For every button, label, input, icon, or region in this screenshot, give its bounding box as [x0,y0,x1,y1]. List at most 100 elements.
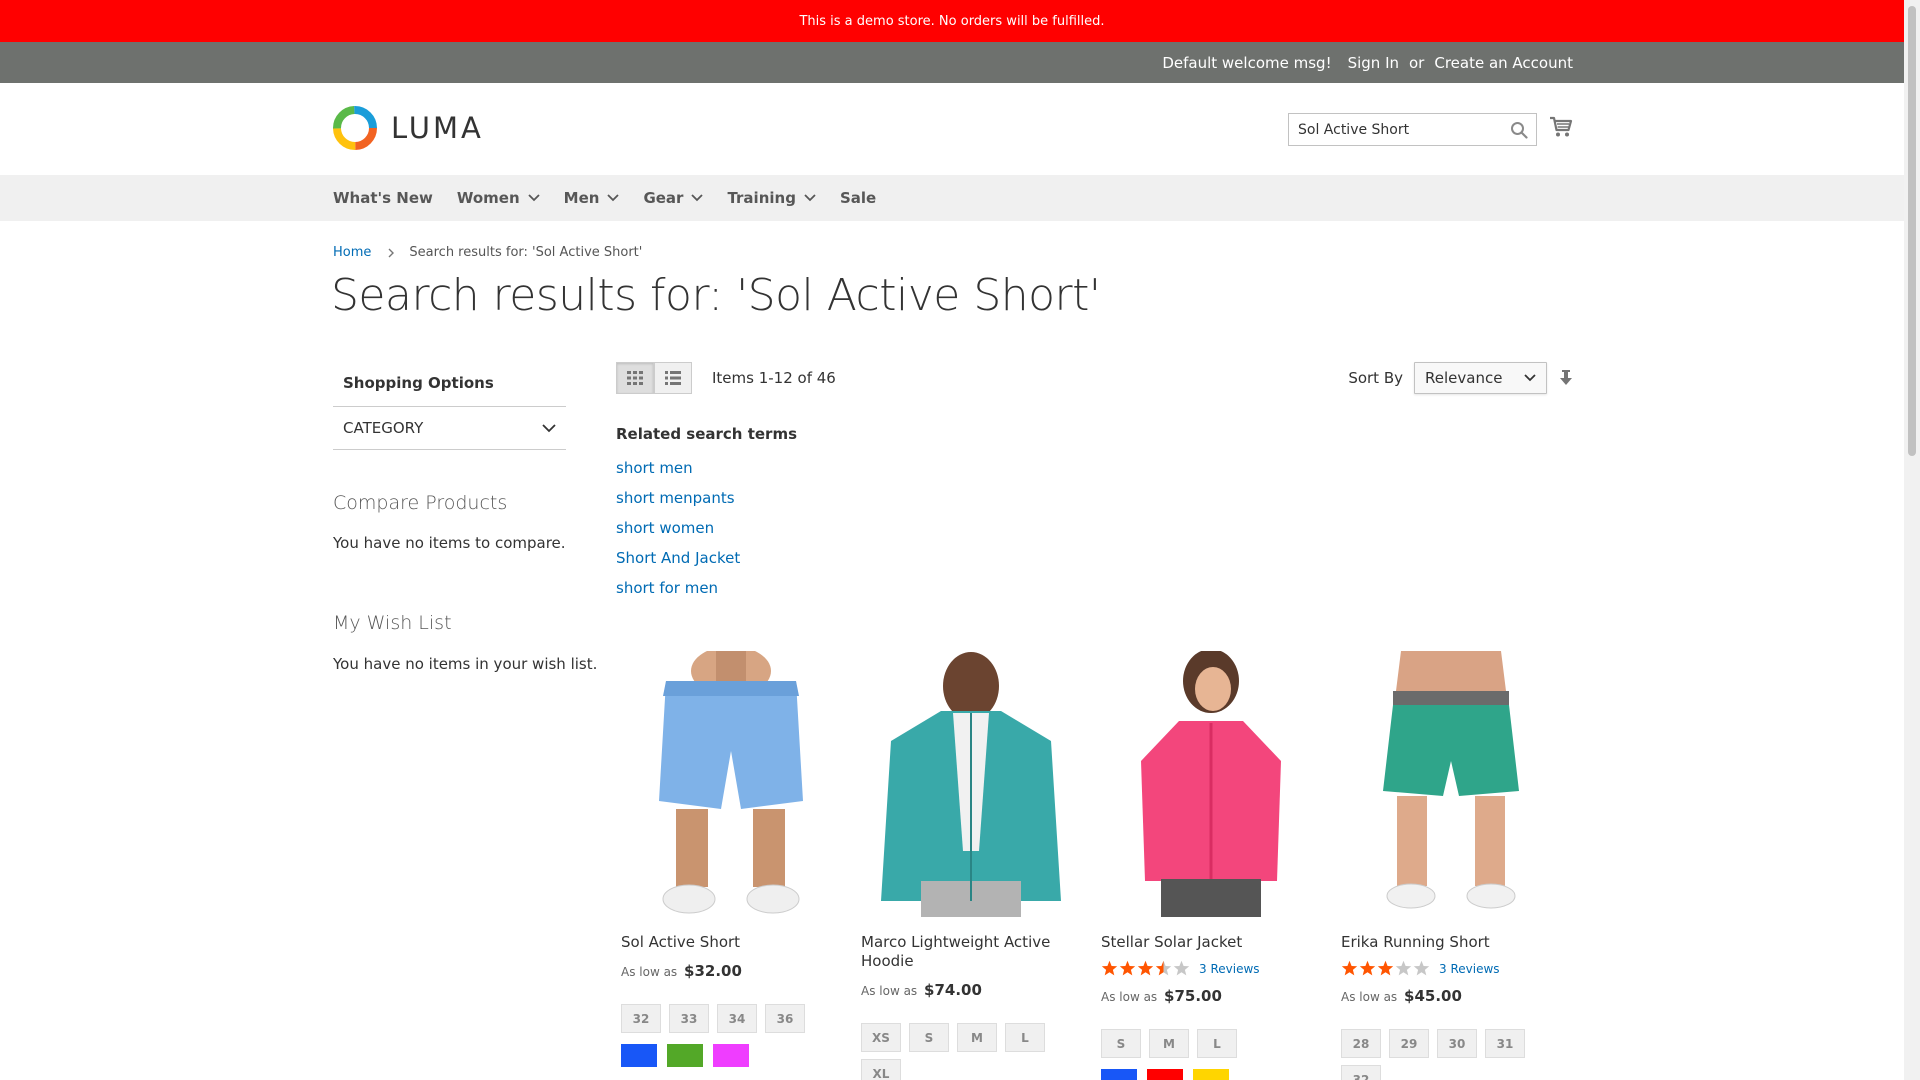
nav-whats-new[interactable]: What's New [333,189,433,207]
product-grid: Sol Active Short As low as $32.00 32 33 … [616,646,1576,1080]
search-box [1288,113,1537,146]
color-swatch-blue[interactable] [621,1044,657,1067]
star-icon [1359,960,1376,976]
star-icon [1377,960,1394,976]
list-view-button[interactable] [654,362,692,394]
sorter: Sort By Relevance [1348,362,1573,394]
size-swatch[interactable]: XS [861,1023,901,1052]
breadcrumb-home-link[interactable]: Home [333,245,371,260]
size-swatch[interactable]: XL [861,1059,901,1080]
related-term-link[interactable]: Short And Jacket [616,543,797,573]
breadcrumb-current: Search results for: 'Sol Active Short' [409,245,643,260]
price-value: $32.00 [684,962,742,980]
size-swatch[interactable]: 31 [1485,1029,1525,1058]
products-toolbar: Items 1-12 of 46 Sort By Relevance [616,362,1573,395]
size-swatches: 28 29 30 31 32 [1341,1029,1556,1080]
grid-view-button[interactable] [616,362,654,394]
size-swatch[interactable]: S [909,1023,949,1052]
welcome-message: Default welcome msg! [1162,53,1332,72]
product-item: Sol Active Short As low as $32.00 32 33 … [616,646,856,1080]
product-name-link[interactable]: Erika Running Short [1341,933,1541,952]
price-value: $45.00 [1404,987,1462,1005]
search-icon[interactable] [1510,121,1528,139]
product-image-jacket[interactable] [1101,649,1321,917]
price-value: $75.00 [1164,987,1222,1005]
color-swatches [621,1044,856,1067]
color-swatches [1101,1069,1336,1080]
size-swatch[interactable]: M [957,1023,997,1052]
product-price: As low as $32.00 [621,962,856,980]
size-swatch[interactable]: 36 [765,1004,805,1033]
color-swatch-blue[interactable] [1101,1069,1137,1080]
product-image-shorts[interactable] [621,646,841,917]
size-swatch[interactable]: L [1005,1023,1045,1052]
size-swatch[interactable]: M [1149,1029,1189,1058]
star-icon [1155,960,1172,976]
related-term-link[interactable]: short women [616,513,797,543]
star-icon [1413,960,1430,976]
page-title: Search results for: 'Sol Active Short' [331,270,1101,321]
color-swatch-yellow[interactable] [1193,1069,1229,1080]
related-terms-title: Related search terms [616,425,798,443]
sort-direction-arrow-icon[interactable] [1559,370,1573,386]
nav-sale[interactable]: Sale [840,189,876,207]
demo-notice-text: This is a demo store. No orders will be … [799,13,1105,29]
store-logo[interactable]: LUMA [333,106,484,150]
nav-gear[interactable]: Gear [643,189,704,207]
nav-label: Sale [839,189,877,207]
product-name-link[interactable]: Stellar Solar Jacket [1101,933,1301,952]
size-swatch[interactable]: 29 [1389,1029,1429,1058]
price-prefix: As low as [621,965,678,979]
nav-label: Gear [643,189,684,207]
price-prefix: As low as [861,984,918,998]
size-swatch[interactable]: 34 [717,1004,757,1033]
product-image-running-short[interactable] [1341,651,1561,917]
size-swatch[interactable]: 30 [1437,1029,1477,1058]
create-account-link[interactable]: Create an Account [1434,54,1573,72]
nav-label: Men [563,189,600,207]
items-count: Items 1-12 of 46 [712,369,836,387]
size-swatches: XS S M L XL [861,1023,1076,1080]
category-filter[interactable]: CATEGORY [333,407,566,450]
size-swatch[interactable]: 32 [621,1004,661,1033]
product-price: As low as $45.00 [1341,987,1576,1005]
size-swatch[interactable]: 32 [1341,1065,1381,1080]
header-links: Default welcome msg! Sign In or Create a… [1162,42,1573,83]
price-prefix: As low as [1341,990,1398,1004]
rating-stars [1101,960,1191,977]
chevron-down-icon [542,423,556,432]
nav-men[interactable]: Men [564,189,620,207]
compare-products-title: Compare Products [333,492,508,514]
reviews-link[interactable]: 3 Reviews [1439,962,1500,976]
main-navigation: What's New Women Men Gear Training Sale [0,175,1904,221]
shopping-options-title: Shopping Options [333,364,566,407]
star-icon [1341,960,1358,976]
sort-by-select[interactable]: Relevance [1414,362,1547,394]
size-swatch[interactable]: L [1197,1029,1237,1058]
sign-in-link[interactable]: Sign In [1348,54,1399,72]
nav-label: What's New [333,189,433,207]
product-name-link[interactable]: Marco Lightweight Active Hoodie [861,933,1061,971]
size-swatches: S M L [1101,1029,1316,1058]
view-modes [616,362,692,394]
color-swatch-green[interactable] [667,1044,703,1067]
product-image-hoodie[interactable] [861,651,1081,917]
header-panel: Default welcome msg! Sign In or Create a… [0,42,1904,83]
color-swatch-purple[interactable] [713,1044,749,1067]
nav-training[interactable]: Training [727,189,816,207]
related-term-link[interactable]: short men [616,453,797,483]
search-input[interactable] [1289,114,1499,145]
size-swatch[interactable]: S [1101,1029,1141,1058]
nav-women[interactable]: Women [457,189,540,207]
cart-icon[interactable] [1549,115,1573,139]
color-swatch-red[interactable] [1147,1069,1183,1080]
scrollbar-thumb[interactable] [1908,6,1916,456]
related-term-link[interactable]: short for men [616,573,797,603]
size-swatch[interactable]: 28 [1341,1029,1381,1058]
related-term-link[interactable]: short menpants [616,483,797,513]
size-swatch[interactable]: 33 [669,1004,709,1033]
header-content: LUMA [0,83,1904,175]
product-name-link[interactable]: Sol Active Short [621,933,821,952]
reviews-link[interactable]: 3 Reviews [1199,962,1260,976]
page-scrollbar[interactable] [1904,0,1920,1080]
